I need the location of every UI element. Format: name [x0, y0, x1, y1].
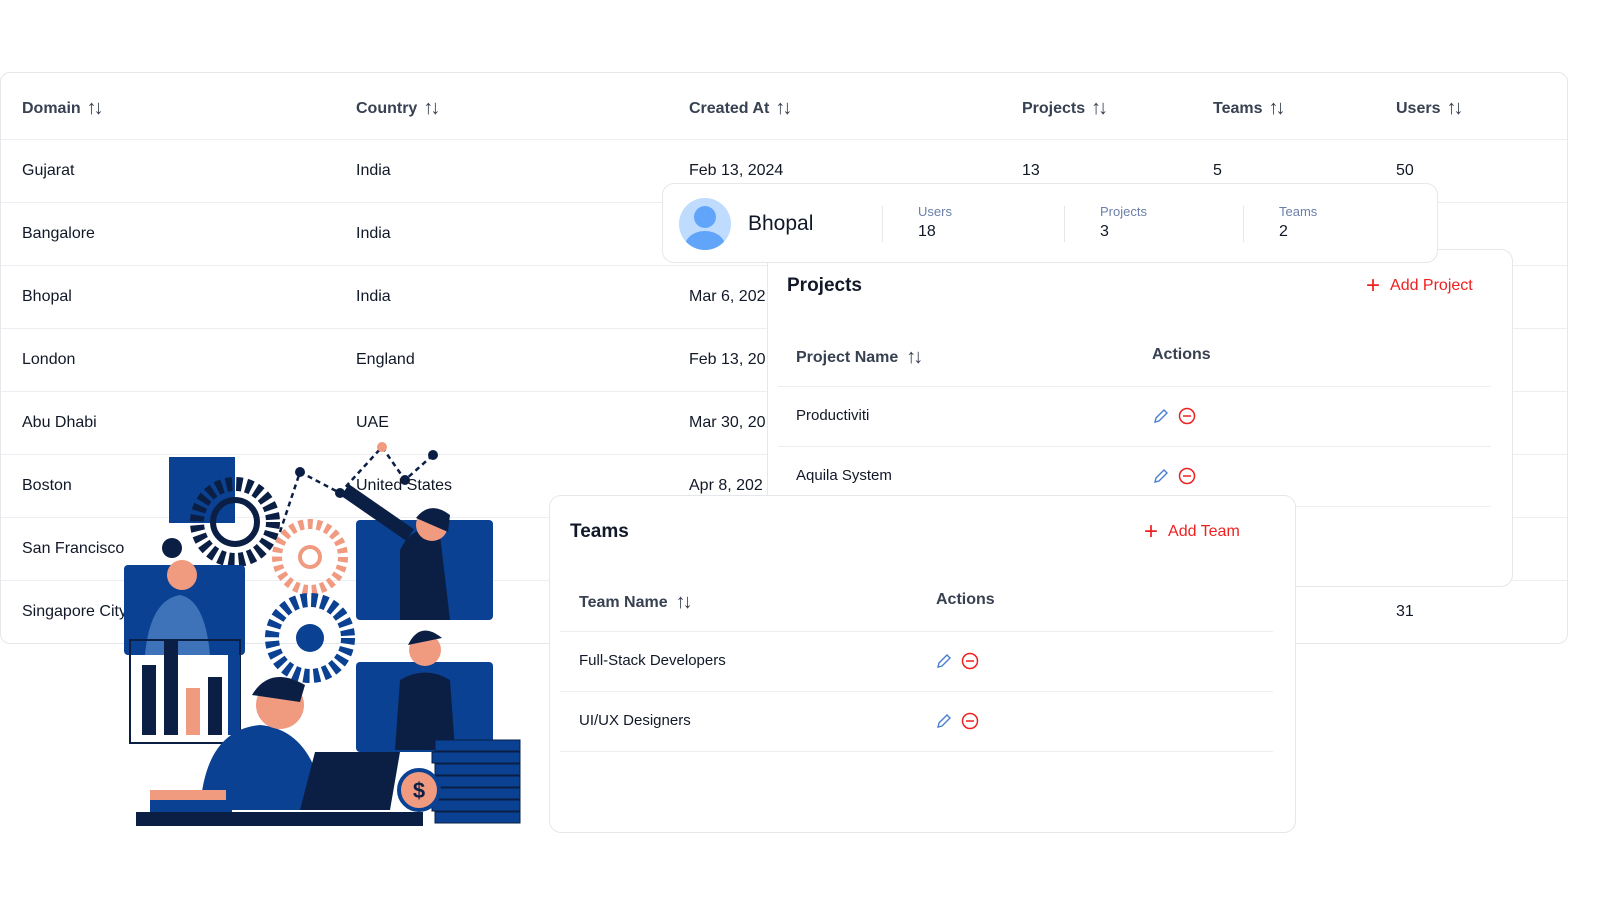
table-cell: 5 [1213, 162, 1222, 179]
delete-icon[interactable] [961, 652, 979, 670]
list-item[interactable]: Full-Stack Developers [560, 631, 1273, 691]
table-cell: India [356, 162, 391, 179]
sort-icon: ↑↓ [775, 97, 792, 119]
stat-users: Users 18 [918, 204, 952, 240]
stat-projects: Projects 3 [1100, 204, 1147, 240]
table-cell: Mar 6, 202 [689, 288, 766, 305]
add-team-button[interactable]: + Add Team [1144, 520, 1240, 544]
sort-icon: ↑↓ [906, 346, 923, 368]
add-project-button[interactable]: + Add Project [1366, 274, 1473, 298]
gear-icon [272, 519, 348, 595]
teams-title: Teams [570, 521, 629, 542]
domain-name: Bhopal [748, 212, 814, 235]
team-illustration: $ [124, 442, 521, 826]
table-cell: San Francisco [22, 540, 125, 557]
table-cell: Feb 13, 20 [689, 351, 766, 368]
sort-icon: ↑↓ [423, 97, 440, 119]
table-cell: Apr 8, 202 [689, 477, 763, 494]
table-cell: Singapore City [22, 603, 127, 620]
domain-detail-card: Bhopal Users 18 Projects 3 Teams 2 [662, 183, 1438, 263]
sort-icon: ↑↓ [675, 591, 693, 613]
column-header-users[interactable]: Users ↑↓ [1396, 97, 1463, 120]
table-cell: India [356, 288, 391, 305]
actions-header: Actions [1152, 346, 1211, 363]
sort-icon: ↑↓ [1446, 97, 1463, 119]
plus-icon: + [1144, 518, 1159, 545]
sort-icon: ↑↓ [86, 97, 104, 119]
table-cell: Abu Dhabi [22, 414, 97, 431]
table-cell: Bangalore [22, 225, 95, 242]
table-cell: 13 [1022, 162, 1040, 179]
table-cell: United States [356, 477, 453, 494]
project-name-header[interactable]: Project Name ↑↓ [796, 346, 923, 369]
column-header-teams[interactable]: Teams ↑↓ [1213, 97, 1286, 120]
column-header-projects[interactable]: Projects ↑↓ [1022, 97, 1108, 120]
table-cell: England [356, 351, 415, 368]
table-cell: 31 [1396, 603, 1414, 620]
table-cell: Bhopal [22, 288, 72, 305]
table-cell: London [22, 351, 76, 368]
plus-icon: + [1366, 272, 1381, 299]
square-shape [169, 457, 235, 523]
table-cell: 50 [1396, 162, 1414, 179]
delete-icon[interactable] [961, 712, 979, 730]
table-cell: India [356, 225, 391, 242]
table-cell: Mar 30, 20 [689, 414, 766, 431]
avatar [679, 198, 731, 250]
stat-teams: Teams 2 [1279, 204, 1318, 240]
list-item[interactable]: UI/UX Designers [560, 691, 1273, 751]
table-cell: Feb 13, 2024 [689, 162, 784, 179]
column-header-domain[interactable]: Domain ↑↓ [22, 97, 104, 120]
projects-title: Projects [787, 275, 862, 296]
delete-icon[interactable] [1178, 407, 1196, 425]
delete-icon[interactable] [1178, 467, 1196, 485]
table-cell: Boston [22, 477, 72, 494]
table-cell: Gujarat [22, 162, 75, 179]
laptop-icon [300, 752, 400, 810]
team-name-header[interactable]: Team Name ↑↓ [579, 591, 693, 614]
table-cell: UAE [356, 414, 389, 431]
sort-icon: ↑↓ [1268, 97, 1286, 119]
edit-icon[interactable] [1152, 407, 1170, 425]
edit-icon[interactable] [1152, 467, 1170, 485]
edit-icon[interactable] [935, 712, 953, 730]
column-header-country[interactable]: Country ↑↓ [356, 97, 440, 120]
teams-panel: Teams + Add Team Team Name ↑↓ Actions Full… [549, 495, 1296, 833]
column-header-created-at[interactable]: Created At ↑↓ [689, 97, 792, 120]
svg-text:$: $ [413, 778, 425, 803]
list-item[interactable]: Productiviti [778, 386, 1491, 446]
actions-header: Actions [936, 591, 995, 608]
sort-icon: ↑↓ [1091, 97, 1108, 119]
edit-icon[interactable] [935, 652, 953, 670]
